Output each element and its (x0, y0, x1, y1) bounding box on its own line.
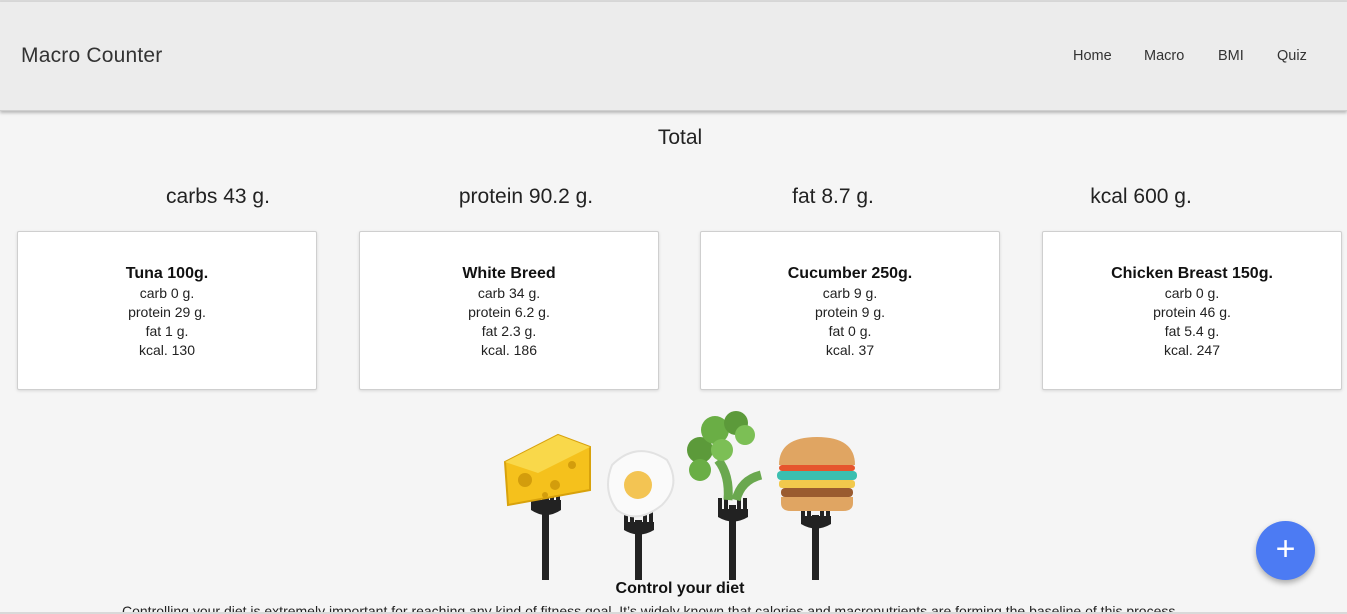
plus-icon: + (1275, 530, 1296, 568)
food-fat: fat 0 g. (828, 323, 872, 339)
food-fat: fat 2.3 g. (481, 323, 537, 339)
food-card-cucumber[interactable]: Cucumber 250g. carb 9 g. protein 9 g. fa… (700, 231, 1000, 390)
navbar: Macro Counter Home Macro BMI Quiz (0, 2, 1347, 111)
diet-heading: Control your diet (615, 580, 745, 597)
food-name: White Breed (462, 265, 556, 282)
nav-quiz[interactable]: Quiz (1277, 48, 1307, 64)
food-kcal: kcal. 130 (138, 342, 196, 358)
nav-home[interactable]: Home (1073, 48, 1112, 64)
food-fat: fat 1 g. (145, 323, 189, 339)
total-protein: protein 90.2 g. (458, 185, 594, 208)
add-food-button[interactable]: + (1256, 521, 1315, 580)
food-card-white-breed[interactable]: White Breed carb 34 g. protein 6.2 g. fa… (359, 231, 659, 390)
food-name: Tuna 100g. (125, 265, 209, 282)
nav-bmi[interactable]: BMI (1218, 48, 1244, 64)
food-carb: carb 0 g. (139, 285, 195, 301)
fork-burger-icon (777, 437, 857, 580)
total-kcal: kcal 600 g. (1090, 185, 1192, 208)
food-protein: protein 9 g. (814, 304, 886, 320)
food-name: Cucumber 250g. (787, 265, 913, 282)
food-kcal: kcal. 186 (480, 342, 538, 358)
fork-cheese-icon (503, 433, 591, 580)
food-protein: protein 46 g. (1153, 304, 1231, 320)
total-heading: Total (657, 126, 703, 149)
brand-title[interactable]: Macro Counter (21, 44, 163, 68)
food-carb: carb 9 g. (822, 285, 878, 301)
food-protein: protein 6.2 g. (468, 304, 550, 320)
food-card-chicken-breast[interactable]: Chicken Breast 150g. carb 0 g. protein 4… (1042, 231, 1342, 390)
food-forks-illustration (503, 411, 857, 580)
food-card-tuna[interactable]: Tuna 100g. carb 0 g. protein 29 g. fat 1… (17, 231, 317, 390)
fork-egg-icon (607, 450, 675, 580)
total-carbs: carbs 43 g. (166, 185, 270, 208)
food-kcal: kcal. 247 (1163, 342, 1221, 358)
food-carb: carb 0 g. (1164, 285, 1220, 301)
nav-macro[interactable]: Macro (1144, 48, 1184, 64)
total-fat: fat 8.7 g. (792, 185, 874, 208)
food-kcal: kcal. 37 (825, 342, 875, 358)
food-carb: carb 34 g. (477, 285, 541, 301)
page: Macro Counter Home Macro BMI Quiz Total … (0, 0, 1347, 614)
food-protein: protein 29 g. (128, 304, 206, 320)
fork-broccoli-icon (687, 411, 763, 580)
food-fat: fat 5.4 g. (1164, 323, 1220, 339)
food-name: Chicken Breast 150g. (1111, 265, 1273, 282)
